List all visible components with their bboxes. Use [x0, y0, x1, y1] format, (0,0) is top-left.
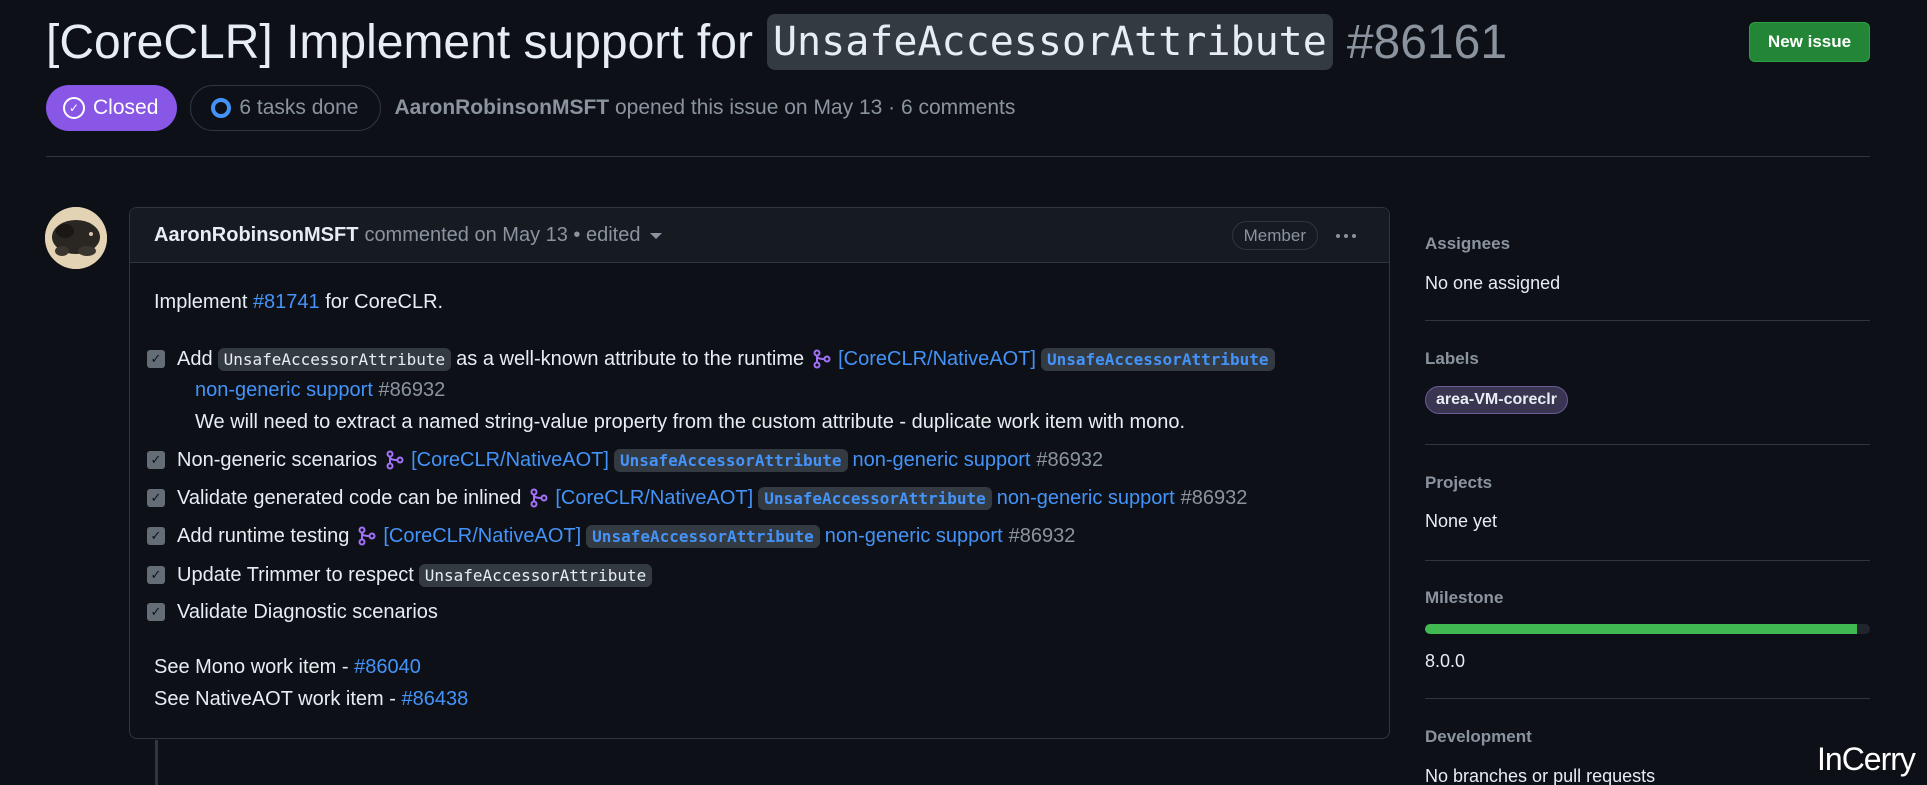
assignees-heading[interactable]: Assignees — [1425, 234, 1510, 254]
merged-pr-icon — [813, 349, 831, 369]
see-mono-link[interactable]: #86040 — [354, 656, 421, 678]
header-divider — [46, 156, 1870, 157]
assignees-value: No one assigned — [1425, 273, 1561, 293]
pr-link-suffix[interactable]: non-generic support — [825, 525, 1003, 548]
task-1-note: We will need to extract a named string-v… — [195, 411, 1186, 433]
pr-link-code[interactable]: UnsafeAccessorAttribute — [613, 448, 848, 472]
state-label: Closed — [93, 96, 159, 119]
task-item-6: ✓ Validate Diagnostic scenarios — [147, 599, 438, 625]
pr-number: #86932 — [1008, 524, 1076, 547]
member-badge: Member — [1231, 221, 1318, 250]
issue-title-text: [CoreCLR] Implement support for — [46, 15, 753, 69]
pr-link-code[interactable]: UnsafeAccessorAttribute — [1040, 347, 1275, 371]
pr-link-suffix[interactable]: non-generic support — [195, 379, 373, 401]
development-value: No branches or pull requests — [1425, 766, 1656, 785]
merged-pr-icon — [358, 526, 376, 546]
see-aot-link[interactable]: #86438 — [402, 688, 469, 710]
merged-pr-icon — [530, 488, 548, 508]
sidebar-divider — [1425, 320, 1870, 321]
pr-link-code[interactable]: UnsafeAccessorAttribute — [758, 486, 992, 510]
projects-value: None yet — [1425, 511, 1498, 531]
intro-issue-link[interactable]: #81741 — [253, 291, 320, 313]
timeline-line — [155, 740, 158, 785]
milestone-progress-bar — [1425, 624, 1870, 634]
chevron-down-icon — [650, 233, 663, 239]
task-item-2: ✓ Non-generic scenarios [CoreCLR/NativeA… — [147, 447, 1103, 473]
sidebar-divider — [1425, 560, 1870, 561]
merged-pr-icon — [386, 450, 404, 470]
task-6-text: Validate Diagnostic scenarios — [177, 600, 438, 623]
avatar-image-icon — [45, 207, 107, 269]
more-options-icon[interactable] — [1331, 221, 1361, 250]
tasks-label: 6 tasks done — [239, 96, 359, 119]
projects-heading[interactable]: Projects — [1425, 473, 1492, 493]
intro-prefix: Implement — [154, 291, 248, 313]
comment-intro: Implement #81741 for CoreCLR. — [154, 289, 443, 315]
pr-link-prefix[interactable]: [CoreCLR/NativeAOT] — [411, 449, 609, 472]
tasks-badge[interactable]: 6 tasks done — [190, 85, 382, 131]
task-2-text: Non-generic scenarios — [177, 448, 378, 471]
comment-author-link[interactable]: AaronRobinsonMSFT — [154, 224, 358, 247]
sidebar-divider — [1425, 698, 1870, 699]
task-1-post: as a well-known attribute to the runtime — [456, 347, 805, 370]
task-item-3: ✓ Validate generated code can be inlined… — [147, 485, 1247, 511]
task-3-text: Validate generated code can be inlined — [177, 486, 522, 509]
see-aot-text: See NativeAOT work item - — [154, 688, 396, 710]
sidebar-divider — [1425, 444, 1870, 445]
pr-number: #86932 — [1180, 486, 1248, 509]
development-heading[interactable]: Development — [1425, 727, 1532, 747]
issue-meta-text: AaronRobinsonMSFT opened this issue on M… — [394, 96, 1015, 120]
issue-title-code: UnsafeAccessorAttribute — [766, 14, 1333, 70]
see-aot-line: See NativeAOT work item - #86438 — [154, 686, 468, 712]
pr-number: #86932 — [378, 379, 446, 401]
task-5-code: UnsafeAccessorAttribute — [418, 563, 653, 587]
comment-header: AaronRobinsonMSFT commented on May 13 • … — [130, 208, 1389, 263]
label-area-vm-coreclr[interactable]: area-VM-coreclr — [1425, 386, 1568, 414]
pr-link-prefix[interactable]: [CoreCLR/NativeAOT] — [838, 348, 1036, 371]
watermark-text: InCerry — [1817, 741, 1916, 777]
task-item-4: ✓ Add runtime testing [CoreCLR/NativeAOT… — [147, 523, 1075, 549]
see-mono-line: See Mono work item - #86040 — [154, 654, 421, 680]
pr-link-prefix[interactable]: [CoreCLR/NativeAOT] — [555, 487, 753, 510]
task-item-5: ✓ Update Trimmer to respect UnsafeAccess… — [147, 562, 657, 588]
pr-link-suffix[interactable]: non-generic support — [853, 449, 1031, 472]
issue-title: [CoreCLR] Implement support for UnsafeAc… — [46, 14, 1507, 70]
new-issue-button[interactable]: New issue — [1749, 22, 1870, 62]
milestone-progress-fill — [1425, 624, 1857, 634]
labels-heading[interactable]: Labels — [1425, 349, 1479, 369]
milestone-value[interactable]: 8.0.0 — [1425, 651, 1465, 672]
issue-number: #86161 — [1346, 15, 1508, 69]
comment-box: AaronRobinsonMSFT commented on May 13 • … — [129, 207, 1390, 739]
task-checkbox[interactable]: ✓ — [147, 489, 165, 507]
task-checkbox[interactable]: ✓ — [147, 527, 165, 545]
task-1-code: UnsafeAccessorAttribute — [217, 347, 452, 371]
see-mono-text: See Mono work item - — [154, 656, 349, 678]
task-item-1: ✓ Add UnsafeAccessorAttribute as a well-… — [147, 346, 1280, 372]
issue-meta-rest: opened this issue on May 13 · 6 comments — [614, 96, 1016, 119]
state-badge-closed: ✓ Closed — [46, 85, 178, 131]
progress-ring-icon — [211, 98, 232, 118]
task-5-text: Update Trimmer to respect — [177, 563, 414, 586]
pr-link-prefix[interactable]: [CoreCLR/NativeAOT] — [383, 525, 581, 548]
task-1-pre: Add — [177, 347, 213, 370]
pr-link-code[interactable]: UnsafeAccessorAttribute — [586, 524, 820, 548]
issue-meta-row: ✓ Closed 6 tasks done AaronRobinsonMSFT … — [46, 85, 1015, 131]
pr-number: #86932 — [1036, 448, 1104, 471]
task-1-continuation: non-generic support #86932 — [195, 377, 445, 403]
pr-link-suffix[interactable]: non-generic support — [997, 487, 1175, 510]
task-checkbox[interactable]: ✓ — [147, 451, 165, 469]
milestone-heading[interactable]: Milestone — [1425, 588, 1503, 608]
task-checkbox[interactable]: ✓ — [147, 566, 165, 584]
comment-meta-text: commented on May 13 • edited — [364, 223, 641, 246]
task-checkbox[interactable]: ✓ — [147, 350, 165, 368]
task-4-text: Add runtime testing — [177, 524, 350, 547]
comment-meta[interactable]: commented on May 13 • edited — [364, 223, 663, 247]
check-circle-icon: ✓ — [63, 97, 85, 119]
issue-author-link[interactable]: AaronRobinsonMSFT — [394, 96, 609, 119]
avatar[interactable] — [45, 207, 107, 269]
task-checkbox[interactable]: ✓ — [147, 603, 165, 621]
intro-suffix: for CoreCLR. — [325, 291, 444, 313]
